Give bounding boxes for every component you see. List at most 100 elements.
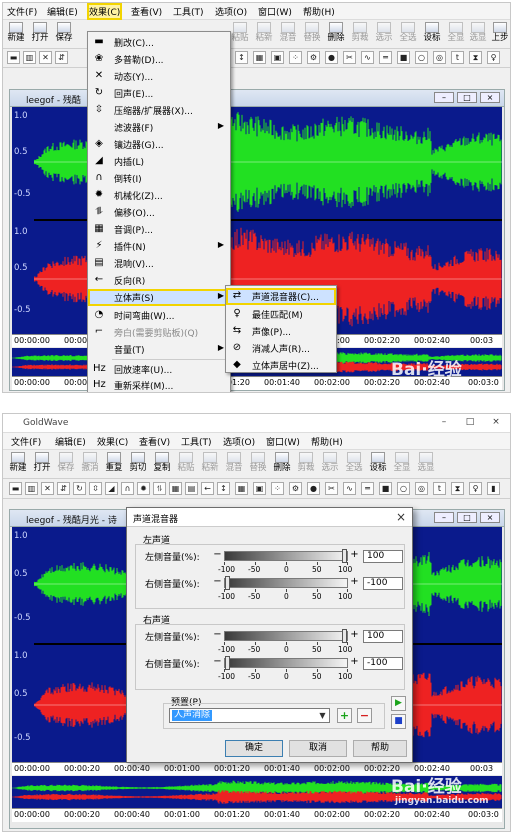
- menu-edit[interactable]: 编辑(E): [47, 5, 78, 18]
- close-button[interactable]: ×: [480, 512, 500, 523]
- fx-dots-icon[interactable]: ⁘: [271, 482, 284, 495]
- slider-thumb[interactable]: [342, 549, 347, 563]
- plus-button[interactable]: +: [349, 550, 360, 561]
- redo-button[interactable]: 重复: [103, 451, 125, 477]
- menu-item-doppler[interactable]: ❀ 多普勒(D)...: [88, 51, 230, 67]
- menu-window[interactable]: 窗口(W): [258, 5, 292, 18]
- left-channel-left-volume-input[interactable]: 100: [363, 550, 403, 563]
- right-channel-right-volume-slider[interactable]: [224, 656, 348, 670]
- minus-button[interactable]: −: [212, 577, 223, 588]
- help-button[interactable]: 帮助: [353, 740, 407, 757]
- save-button[interactable]: 保存: [53, 21, 75, 47]
- fx-offset-icon[interactable]: ⥮: [153, 482, 166, 495]
- right-channel-left-volume-slider[interactable]: [224, 629, 348, 643]
- menu-edit[interactable]: 编辑(E): [55, 435, 86, 448]
- menu-item-channel-mixer[interactable]: ⇄ 声道混音器(C)...: [226, 288, 336, 305]
- stop-button[interactable]: ■: [391, 714, 406, 729]
- menu-item-compressor[interactable]: ⇳ 压缩器/扩展器(X)...: [88, 102, 230, 118]
- menu-item-resample[interactable]: Hz 重新采样(M)...: [88, 377, 230, 392]
- minimize-button[interactable]: –: [434, 512, 454, 523]
- fx-hourglass-icon[interactable]: ⧗: [451, 482, 464, 495]
- menu-item-best-match[interactable]: ♀ 最佳匹配(M): [226, 306, 336, 322]
- fx-box-icon[interactable]: ▣: [253, 482, 266, 495]
- minus-button[interactable]: −: [212, 550, 223, 561]
- zoom-selection-button[interactable]: 选显: [415, 451, 437, 477]
- menu-item-reverb[interactable]: ▤ 混响(V)...: [88, 255, 230, 271]
- fx-fade-icon[interactable]: ◢: [105, 482, 118, 495]
- close-button[interactable]: ×: [480, 92, 500, 103]
- fx-mark-icon[interactable]: ▮: [487, 482, 500, 495]
- select-all-button[interactable]: 全选: [343, 451, 365, 477]
- menu-item-plugin[interactable]: ⚡ 插件(N) ▶: [88, 238, 230, 254]
- fx-target-icon[interactable]: ◎: [415, 482, 428, 495]
- add-preset-button[interactable]: +: [337, 708, 352, 723]
- fx-gear-icon[interactable]: ⚙: [289, 482, 302, 495]
- paste-button[interactable]: 粘贴: [229, 21, 251, 47]
- fx-ball-icon[interactable]: ●: [325, 51, 338, 64]
- left-channel-right-volume-slider[interactable]: [224, 576, 348, 590]
- fx-to-icon[interactable]: t: [451, 51, 464, 64]
- paste-new-button[interactable]: 粘新: [199, 451, 221, 477]
- fx-echo-icon[interactable]: ↻: [73, 482, 86, 495]
- fx-invert-icon[interactable]: ∩: [121, 482, 134, 495]
- cancel-button[interactable]: 取消: [289, 740, 347, 757]
- fx-bars-icon[interactable]: ▥: [25, 482, 38, 495]
- play-button[interactable]: ▶: [391, 696, 406, 711]
- menu-item-flatten[interactable]: ▬ 删改(C)...: [88, 34, 230, 50]
- menu-effects[interactable]: 效果(C): [86, 3, 123, 20]
- menu-item-mechanize[interactable]: ✹ 机械化(Z)...: [88, 187, 230, 203]
- open-button[interactable]: 打开: [29, 21, 51, 47]
- undo-button[interactable]: 撤消: [79, 451, 101, 477]
- fx-dash2-icon[interactable]: ═: [361, 482, 374, 495]
- fx-pitch-icon[interactable]: ▦: [169, 482, 182, 495]
- minus-button[interactable]: −: [212, 657, 223, 668]
- app-maximize-button[interactable]: □: [458, 416, 482, 429]
- menu-item-invert[interactable]: ∩ 倒转(I): [88, 170, 230, 186]
- menu-help[interactable]: 帮助(H): [311, 435, 343, 448]
- fx-compress-icon[interactable]: ⇳: [89, 482, 102, 495]
- fx-grid-icon[interactable]: ▦: [253, 51, 266, 64]
- preset-select[interactable]: 人声消除 ▼: [169, 708, 330, 723]
- fx-mech-icon[interactable]: ✹: [137, 482, 150, 495]
- fx-gear-icon[interactable]: ⚙: [307, 51, 320, 64]
- fx-ball-icon[interactable]: ●: [307, 482, 320, 495]
- maximize-button[interactable]: □: [457, 512, 477, 523]
- previous-button[interactable]: 上步: [489, 21, 510, 47]
- fx-pin-icon[interactable]: ♀: [487, 51, 500, 64]
- menu-item-echo[interactable]: ↻ 回声(E)...: [88, 85, 230, 101]
- fx-arrows-icon[interactable]: ⇵: [55, 51, 68, 64]
- open-button[interactable]: 打开: [31, 451, 53, 477]
- fx-hourglass-icon[interactable]: ⧗: [469, 51, 482, 64]
- set-marker-button[interactable]: 设标: [367, 451, 389, 477]
- menu-item-pan[interactable]: ⇆ 声像(P)...: [226, 323, 336, 339]
- fx-grid-icon[interactable]: ▦: [235, 482, 248, 495]
- menu-item-dynamics[interactable]: ✕ 动态(Y)...: [88, 68, 230, 84]
- menu-options[interactable]: 选项(O): [223, 435, 255, 448]
- show-all-button[interactable]: 全显: [445, 21, 467, 47]
- plus-button[interactable]: +: [349, 577, 360, 588]
- right-channel-right-volume-input[interactable]: -100: [363, 657, 403, 670]
- fx-scissors-icon[interactable]: ✂: [343, 51, 356, 64]
- left-channel-right-volume-input[interactable]: -100: [363, 577, 403, 590]
- menu-item-vocal-remove[interactable]: ⊘ 消减人声(R)...: [226, 340, 336, 356]
- fx-dots-icon[interactable]: ⁘: [289, 51, 302, 64]
- cut-button[interactable]: 剪切: [127, 451, 149, 477]
- right-channel-left-volume-input[interactable]: 100: [363, 630, 403, 643]
- select-view-button[interactable]: 选示: [319, 451, 341, 477]
- fx-circle-icon[interactable]: ○: [397, 482, 410, 495]
- fx-target-icon[interactable]: ◎: [433, 51, 446, 64]
- fx-scissors-icon[interactable]: ✂: [325, 482, 338, 495]
- mix-button[interactable]: 混音: [223, 451, 245, 477]
- menu-view[interactable]: 查看(V): [139, 435, 170, 448]
- slider-thumb[interactable]: [225, 656, 230, 670]
- slider-thumb[interactable]: [225, 576, 230, 590]
- menu-view[interactable]: 查看(V): [131, 5, 162, 18]
- fx-reverse-icon[interactable]: ←: [201, 482, 214, 495]
- menu-file[interactable]: 文件(F): [7, 5, 37, 18]
- fx-dash2-icon[interactable]: ═: [379, 51, 392, 64]
- replace-button[interactable]: 替换: [247, 451, 269, 477]
- menu-item-flanger[interactable]: ◈ 镶边器(G)...: [88, 136, 230, 152]
- menu-item-interpolate[interactable]: ◢ 内插(L): [88, 153, 230, 169]
- menu-effects[interactable]: 效果(C): [97, 435, 128, 448]
- menu-item-volume[interactable]: 音量(T) ▶: [88, 341, 230, 357]
